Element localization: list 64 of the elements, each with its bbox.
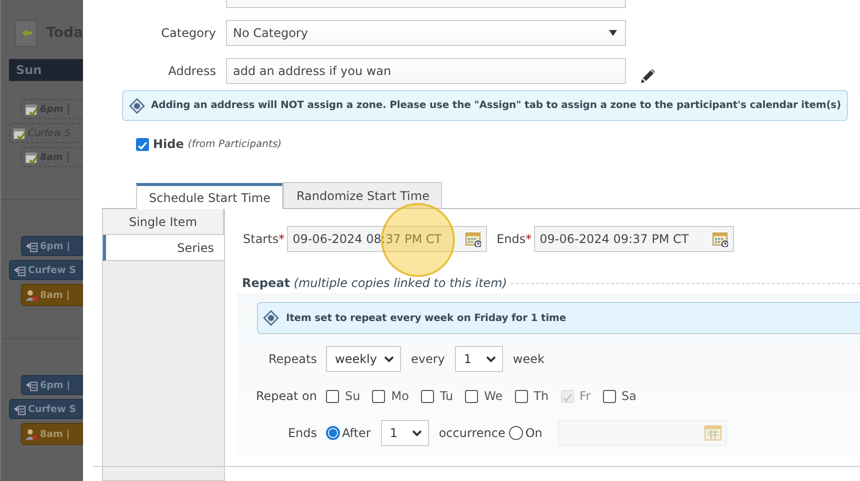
- required-mark: *: [278, 232, 285, 246]
- calendar-icon: [712, 231, 728, 247]
- side-tab[interactable]: Single Item: [103, 209, 224, 235]
- field-label: Repeats: [268, 352, 317, 366]
- checkbox[interactable]: [136, 138, 149, 150]
- radio-label: On: [525, 426, 542, 440]
- dropdown[interactable]: weekly: [326, 346, 401, 372]
- field-label: Address: [167, 64, 216, 78]
- info-icon: [129, 98, 145, 114]
- unit-label: week: [512, 352, 544, 366]
- checkbox[interactable]: [465, 390, 478, 402]
- required-mark: *: [526, 232, 532, 246]
- info-text: Adding an address will NOT assign a zone. Please use the "Assign" tab to assign a zone to the participant's calendar item(s): [151, 100, 841, 111]
- radio-label: After: [342, 426, 371, 440]
- checkbox[interactable]: [326, 390, 339, 402]
- tab[interactable]: Schedule Start Time: [136, 183, 284, 209]
- dropdown[interactable]: 1: [380, 420, 429, 446]
- chevron-down-icon: [412, 430, 422, 436]
- radio-button[interactable]: [326, 426, 340, 440]
- checkbox[interactable]: [602, 390, 616, 402]
- checkbox-label: Su: [345, 389, 360, 403]
- calendar-check-icon: [25, 102, 38, 116]
- dropdown-arrow-icon: [609, 30, 617, 36]
- checkbox[interactable]: [372, 390, 386, 402]
- radio-button[interactable]: [509, 426, 524, 440]
- calendar-check-icon: [13, 126, 26, 140]
- arrow-left-icon: [20, 28, 32, 38]
- date-field[interactable]: [558, 420, 728, 446]
- checkbox-label: Mo: [391, 389, 409, 403]
- field-label: Ends: [286, 426, 317, 440]
- dropdown[interactable]: 1: [454, 346, 503, 372]
- unit-label: occurrence: [438, 426, 506, 440]
- calendar-check-icon: [25, 150, 38, 164]
- day-header: Sun: [9, 59, 83, 81]
- field-label: Repeat on: [254, 389, 317, 403]
- checkbox-label: Tu: [440, 389, 454, 403]
- checkbox-label: Th: [534, 389, 549, 403]
- calendar-icon: [464, 231, 481, 247]
- person-icon: [25, 428, 38, 440]
- date-time-field[interactable]: 09-06-2024 08:37 PM CT: [286, 226, 487, 252]
- checkbox-label: We: [484, 389, 503, 403]
- side-tab[interactable]: Series: [103, 235, 224, 261]
- checkbox-note: (from Participants): [188, 138, 282, 150]
- chevron-down-icon: [486, 356, 496, 362]
- section-title: Repeat (multiple copies linked to this item): [242, 276, 508, 290]
- field-label: Starts: [243, 232, 279, 246]
- checkbox[interactable]: [514, 390, 528, 402]
- checkbox[interactable]: [420, 390, 434, 402]
- checkbox-label: Fr: [580, 389, 591, 403]
- checkbox-label: Hide: [153, 137, 184, 151]
- category-select[interactable]: No Category: [226, 20, 626, 46]
- info-text: Item set to repeat every week on Friday for 1 time: [286, 312, 566, 324]
- field-label: Category: [160, 26, 216, 40]
- pencil-icon[interactable]: [640, 67, 656, 83]
- chevron-down-icon: [384, 356, 394, 362]
- checkbox-label: Sa: [622, 389, 636, 403]
- date-time-field[interactable]: 09-06-2024 09:37 PM CT: [534, 226, 734, 252]
- calendar-icon: [704, 424, 722, 442]
- input-field[interactable]: add an address if you wan: [226, 58, 626, 84]
- tab[interactable]: Randomize Start Time: [283, 182, 442, 208]
- info-icon: [263, 310, 279, 326]
- field-label: Ends: [496, 232, 526, 246]
- person-icon: [25, 288, 38, 302]
- field-label: every: [411, 352, 445, 366]
